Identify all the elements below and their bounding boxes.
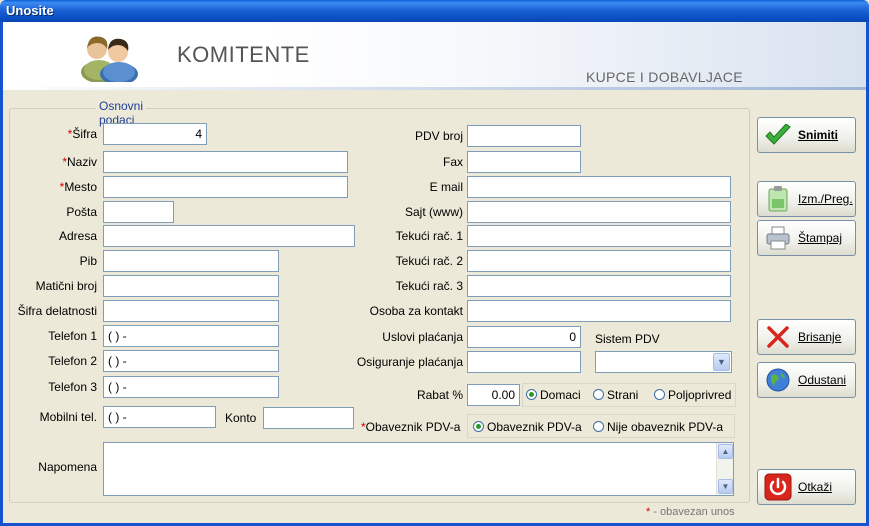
sistem-pdv-select[interactable]: ▼ [595,351,732,373]
field-input[interactable] [467,201,731,223]
field-input[interactable] [103,151,348,173]
field-label: PDV broj [414,129,463,143]
printer-icon [764,224,792,252]
field-input[interactable] [467,176,731,198]
radio-poljoprivred[interactable]: Poljoprivred [654,388,731,402]
field-label: Sajt (www) [404,205,463,219]
rabat-input[interactable]: 0.00 [467,384,520,406]
print-button[interactable]: Štampaj [757,220,856,256]
radio-nije-obaveznik[interactable]: Nije obaveznik PDV-a [593,420,723,434]
field-label: Pib [79,254,97,268]
konto-input[interactable] [263,407,354,429]
radio-obaveznik[interactable]: Obaveznik PDV-a [473,420,582,434]
field-label: Adresa [58,229,97,243]
field-input[interactable] [467,351,581,373]
cancel-button[interactable]: Odustani [757,362,856,398]
field-input[interactable] [103,201,174,223]
field-input[interactable] [103,275,279,297]
field-label: Tekući rač. 2 [395,254,463,268]
radio-circle[interactable] [593,389,604,400]
field-input[interactable] [467,125,581,147]
clipboard-icon [764,185,792,213]
field-input[interactable] [103,176,348,198]
radio-circle[interactable] [593,421,604,432]
field-label: *Naziv [62,155,97,169]
field-input[interactable]: ( ) - [103,350,279,372]
field-label: Telefon 3 [48,380,97,394]
radio-strani[interactable]: Strani [593,388,638,402]
field-label: *Mesto [59,180,97,194]
field-input[interactable] [467,225,731,247]
chevron-down-icon[interactable]: ▼ [713,353,730,371]
window-title: Unosite [6,3,54,18]
field-input[interactable]: ( ) - [103,406,216,428]
field-label: E mail [429,180,463,194]
field-input[interactable] [467,250,731,272]
edit-view-button[interactable]: Izm./Preg. [757,181,856,217]
field-label: Tekući rač. 1 [395,229,463,243]
globe-icon [764,366,792,394]
field-input[interactable] [467,151,581,173]
field-label: Šifra delatnosti [17,304,97,318]
field-label: Fax [442,155,463,169]
field-label: Osiguranje plaćanja [356,355,463,369]
save-button[interactable]: Snimiti [757,117,856,153]
sistem-pdv-label: Sistem PDV [595,332,660,346]
scroll-down-icon[interactable]: ▼ [718,479,733,494]
field-label: Tekući rač. 3 [395,279,463,293]
field-input[interactable] [467,300,731,322]
field-input[interactable] [103,250,279,272]
field-input[interactable] [103,225,355,247]
field-label: Pošta [66,205,97,219]
napomena-label: Napomena [38,460,97,474]
field-input[interactable]: ( ) - [103,325,279,347]
users-icon [81,36,138,82]
field-input[interactable]: ( ) - [103,376,279,398]
field-input[interactable] [467,275,731,297]
page-subtitle: KUPCE I DOBAVLJACE [586,69,743,85]
window-frame: KOMITENTE KUPCE I DOBAVLJACE Osnovni pod… [0,22,869,526]
field-input[interactable]: 0 [467,326,581,348]
field-input[interactable] [103,300,279,322]
konto-label: Konto [225,411,257,425]
field-label: Matični broj [35,279,97,293]
rabat-label: Rabat % [416,388,463,402]
delete-button[interactable]: Brisanje [757,319,856,355]
delete-x-icon [764,323,792,351]
title-bar[interactable]: Unosite [0,0,869,22]
scroll-up-icon[interactable]: ▲ [718,444,733,459]
obaveznik-label: *Obaveznik PDV-a [361,420,461,434]
field-label: Telefon 2 [48,354,97,368]
close-button[interactable]: Otkaži [757,469,856,505]
window-client: KOMITENTE KUPCE I DOBAVLJACE Osnovni pod… [3,22,866,523]
page-title: KOMITENTE [177,42,310,67]
power-icon [764,473,792,501]
field-label: Mobilni tel. [39,410,97,424]
header-divider [3,87,866,90]
napomena-textarea[interactable]: ▲ ▼ [103,442,734,496]
header-banner: KOMITENTE KUPCE I DOBAVLJACE [3,22,866,90]
field-label: *Šifra [67,127,97,141]
radio-domaci[interactable]: Domaci [526,388,581,402]
field-label: Telefon 1 [48,329,97,343]
radio-circle[interactable] [473,421,484,432]
checkmark-icon [764,121,792,149]
required-note: * - obavezan unos [646,506,735,518]
radio-circle[interactable] [654,389,665,400]
field-label: Uslovi plaćanja [382,330,463,344]
radio-circle[interactable] [526,389,537,400]
field-label: Osoba za kontakt [369,304,463,318]
scrollbar[interactable]: ▲ ▼ [716,443,733,495]
field-input[interactable]: 4 [103,123,207,145]
